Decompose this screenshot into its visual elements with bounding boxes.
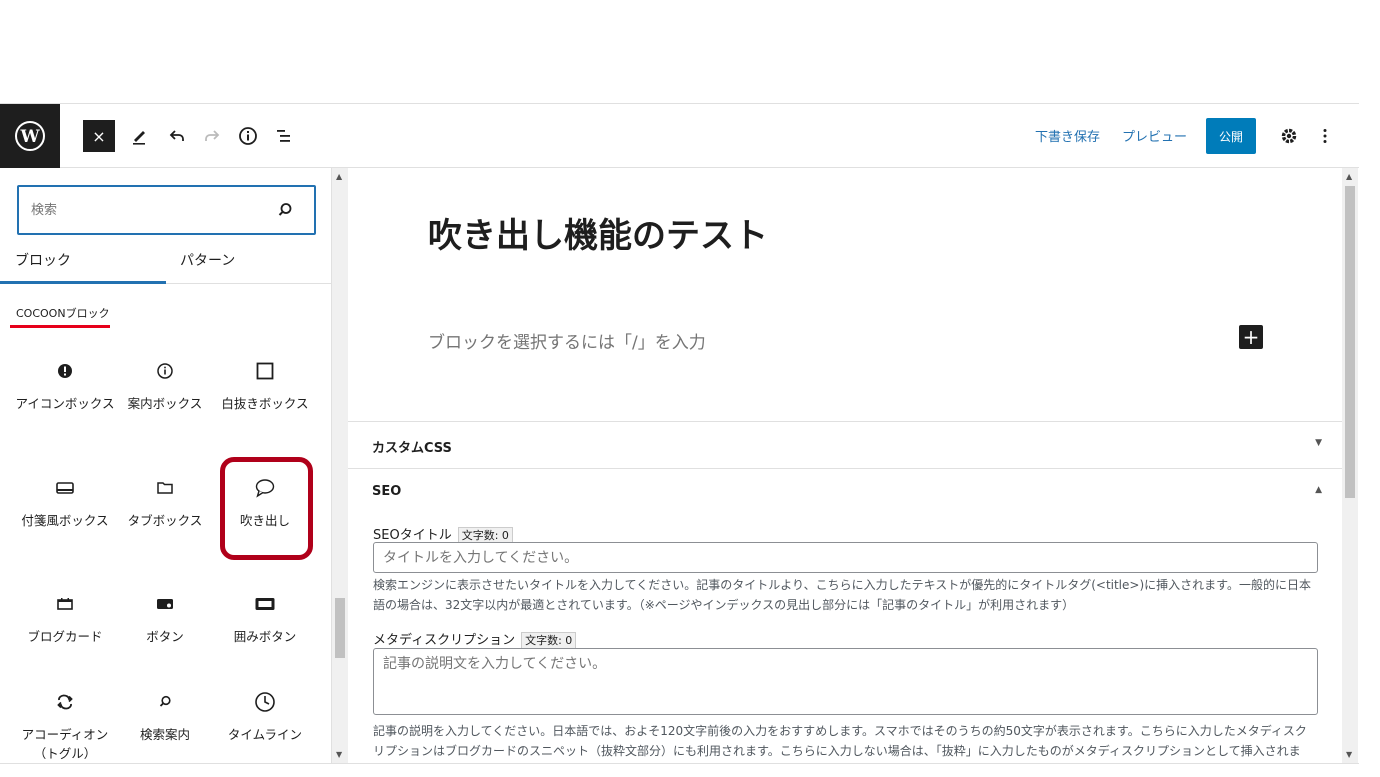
close-inserter-button[interactable]: × <box>83 120 115 152</box>
undo-button[interactable] <box>161 120 193 152</box>
block-item-tab-box[interactable]: タブボックス <box>115 476 215 530</box>
block-item-info-box[interactable]: 案内ボックス <box>115 359 215 413</box>
meta-desc-textarea[interactable]: 記事の説明文を入力してください。 <box>373 648 1318 715</box>
post-title[interactable]: 吹き出し機能のテスト <box>428 208 768 257</box>
publish-button[interactable]: 公開 <box>1206 118 1256 154</box>
category-title: COCOONブロック <box>16 307 110 320</box>
seo-title: SEO <box>372 484 402 499</box>
seo-title-input[interactable]: タイトルを入力してください。 <box>373 542 1318 573</box>
preview-button[interactable]: プレビュー <box>1122 126 1187 145</box>
meta-desc-label: メタディスクリプション <box>373 633 516 648</box>
wordpress-logo-icon[interactable]: W <box>0 104 60 168</box>
seo-panel: SEO ▲ SEOタイトル 文字数: 0 タイトルを入力してください。 検索エンジ… <box>348 468 1342 764</box>
seo-title-label: SEOタイトル <box>373 528 452 543</box>
settings-button[interactable] <box>1273 120 1305 152</box>
block-item-sticky-box[interactable]: 付箋風ボックス <box>15 476 115 530</box>
block-item-button[interactable]: ボタン <box>115 592 215 646</box>
block-item-blog-card[interactable]: ブログカード <box>15 592 115 646</box>
pencil-tools-button[interactable] <box>124 120 156 152</box>
redo-icon <box>205 130 220 141</box>
scroll-down-arrow-icon[interactable]: ▼ <box>1346 750 1352 759</box>
card-icon <box>57 598 73 610</box>
save-draft-button[interactable]: 下書き保存 <box>1035 126 1100 145</box>
meta-desc-help: 記事の説明を入力してください。日本語では、およそ120文字前後の入力をおすすめし… <box>373 724 1307 758</box>
info-icon <box>239 127 257 145</box>
block-search[interactable] <box>17 185 316 235</box>
square-icon <box>256 362 274 380</box>
block-item-framed-button[interactable]: 囲みボタン <box>215 592 315 646</box>
details-button[interactable] <box>232 120 264 152</box>
expand-arrow-icon[interactable]: ▼ <box>1315 438 1322 448</box>
pencil-icon <box>133 131 145 145</box>
block-item-label: 白抜きボックス <box>221 396 309 411</box>
more-vertical-icon <box>1323 129 1327 143</box>
highlight-annotation-frame <box>220 457 313 560</box>
scroll-up-arrow-icon[interactable]: ▲ <box>1346 172 1352 181</box>
framed-button-icon <box>255 598 275 610</box>
meta-desc-field-label: メタディスクリプション 文字数: 0 <box>373 629 577 650</box>
block-item-icon-box[interactable]: アイコンボックス <box>15 359 115 413</box>
button-icon <box>157 599 173 609</box>
seo-title-help: 検索エンジンに表示させたいタイトルを入力してください。記事のタイトルより、こちら… <box>373 578 1311 612</box>
block-item-label: タイムライン <box>227 727 303 742</box>
block-item-accordion[interactable]: アコーディオン（トグル） <box>15 690 115 763</box>
options-button[interactable] <box>1309 120 1341 152</box>
category-underline-annotation <box>10 325 110 328</box>
search-icon <box>278 203 292 216</box>
exclamation-circle-icon <box>58 364 72 378</box>
block-item-timeline[interactable]: タイムライン <box>215 690 315 744</box>
block-item-search-guide[interactable]: 検索案内 <box>115 690 215 744</box>
editor-header: W × 下書き保存 プレビュー 公開 <box>0 103 1359 168</box>
block-item-label: 案内ボックス <box>127 396 203 411</box>
inserter-scroll-thumb[interactable] <box>335 598 345 658</box>
add-block-button[interactable]: + <box>1239 325 1263 349</box>
inserter-tabs: ブロック パターン <box>0 246 331 284</box>
block-item-label: ボタン <box>146 629 184 644</box>
info-icon <box>157 363 173 379</box>
block-item-label: タブボックス <box>127 513 203 528</box>
editor-scrollbar[interactable]: ▲ ▼ <box>1342 168 1358 764</box>
collapse-arrow-icon[interactable]: ▲ <box>1315 485 1322 495</box>
block-search-input[interactable] <box>31 200 261 220</box>
clock-icon <box>255 692 275 712</box>
custom-css-title: カスタムCSS <box>372 441 452 456</box>
svg-text:W: W <box>19 127 40 147</box>
editor-scroll-thumb[interactable] <box>1345 186 1355 498</box>
redo-button[interactable] <box>196 120 228 152</box>
scroll-down-arrow-icon[interactable]: ▼ <box>336 750 342 759</box>
scroll-up-arrow-icon[interactable]: ▲ <box>336 172 342 181</box>
block-item-label: 囲みボタン <box>233 629 297 644</box>
block-item-label: アコーディオン（トグル） <box>21 727 109 761</box>
search-icon <box>159 695 171 707</box>
folder-icon <box>157 482 173 494</box>
block-item-label: 検索案内 <box>139 727 190 742</box>
editor-canvas: 吹き出し機能のテスト ブロックを選択するには「/」を入力 + カスタムCSS ▼… <box>348 168 1342 764</box>
block-item-label: アイコンボックス <box>15 396 115 411</box>
list-view-icon <box>277 130 290 142</box>
plus-icon: + <box>1242 325 1260 349</box>
bottom-divider <box>0 763 1359 764</box>
custom-css-panel[interactable]: カスタムCSS ▼ <box>348 421 1342 468</box>
block-placeholder[interactable]: ブロックを選択するには「/」を入力 <box>428 328 706 353</box>
inserter-scrollbar[interactable]: ▲ ▼ <box>332 168 348 764</box>
editor-screen: W × 下書き保存 プレビュー 公開 検索 ブロック パターン COCOONブロ… <box>0 0 1380 777</box>
block-inserter-panel: ブロック パターン COCOONブロック アイコンボックス 案内ボックス 白抜き… <box>0 168 332 764</box>
tab-blocks[interactable]: ブロック <box>0 246 166 284</box>
block-item-blank-box[interactable]: 白抜きボックス <box>215 359 315 413</box>
block-item-label: 付箋風ボックス <box>21 513 109 528</box>
tab-patterns[interactable]: パターン <box>166 246 331 284</box>
block-item-label: ブログカード <box>27 629 103 644</box>
list-view-button[interactable] <box>268 120 300 152</box>
gear-icon <box>1281 128 1297 144</box>
close-icon: × <box>92 126 106 146</box>
sticky-note-icon <box>56 482 74 494</box>
undo-icon <box>169 130 184 141</box>
toggle-icon <box>57 694 73 710</box>
